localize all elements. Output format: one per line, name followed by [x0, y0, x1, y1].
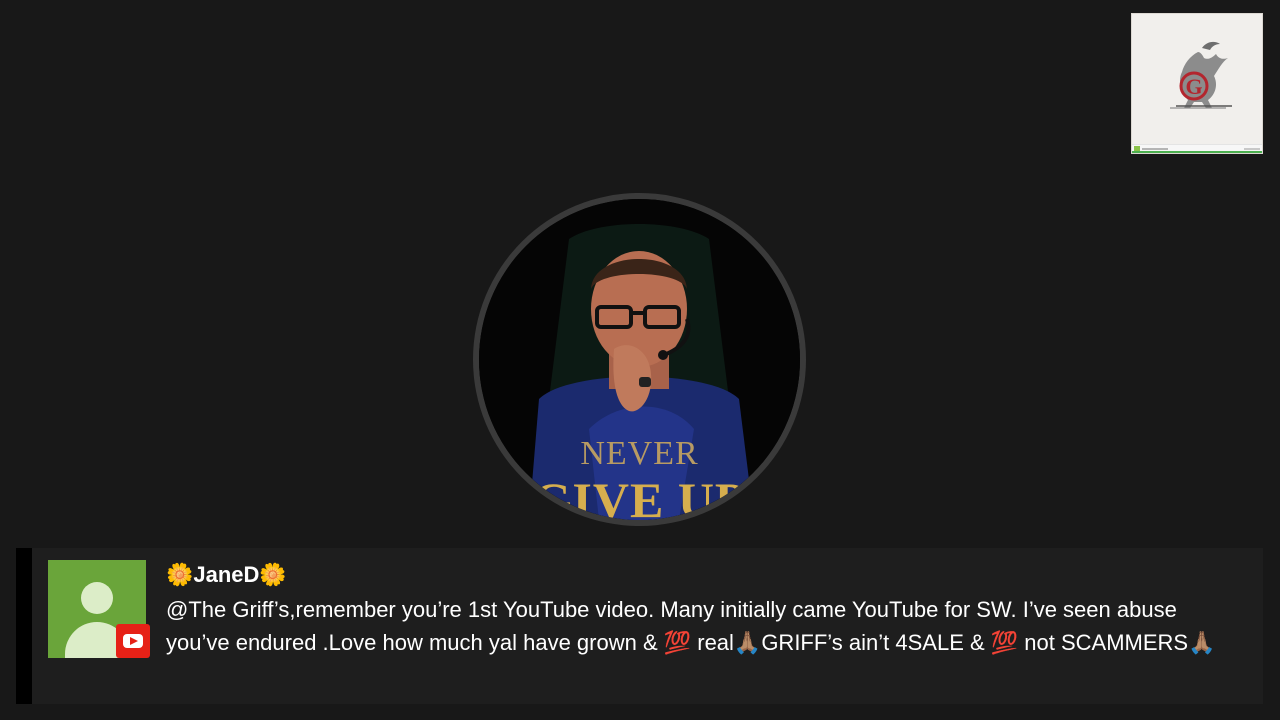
brand-logo: G	[1131, 13, 1263, 154]
logo-letter: G	[1185, 74, 1202, 99]
griffin-logo-icon: G	[1170, 41, 1232, 109]
chat-message-panel: 🌼JaneD🌼 @The Griff’s,remember you’re 1st…	[16, 548, 1263, 704]
youtube-icon	[116, 624, 150, 658]
chat-message-text: @The Griff’s,remember you’re 1st YouTube…	[166, 597, 1216, 655]
chat-author-name: 🌼JaneD🌼	[166, 562, 287, 587]
profile-avatar: NEVER GIVE UP	[473, 193, 806, 526]
logo-footer-strip	[1132, 144, 1262, 153]
motto-line-2: GIVE UP	[532, 472, 747, 520]
chat-accent-bar	[16, 548, 32, 704]
motto-line-1: NEVER	[580, 435, 699, 472]
profile-photo: NEVER GIVE UP	[479, 199, 800, 520]
